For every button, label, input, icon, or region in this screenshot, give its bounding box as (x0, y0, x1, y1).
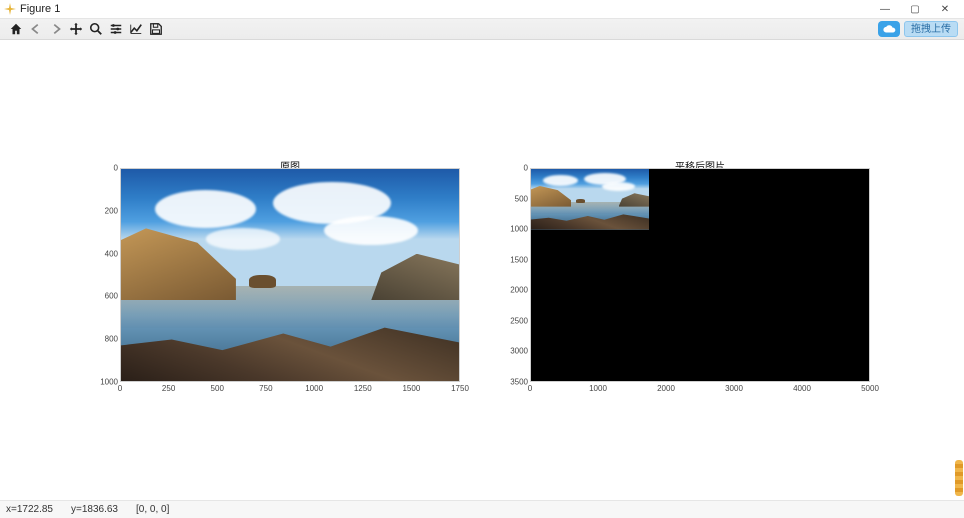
status-x: x=1722.85 (6, 504, 53, 515)
ytick: 0 (508, 164, 528, 173)
forward-icon[interactable] (46, 19, 66, 39)
status-pixel: [0, 0, 0] (136, 504, 169, 515)
xtick: 1250 (354, 384, 372, 393)
save-icon[interactable] (146, 19, 166, 39)
ytick: 500 (508, 194, 528, 203)
ytick: 2000 (508, 286, 528, 295)
window-controls: — ▢ ✕ (870, 0, 960, 18)
ytick: 600 (98, 292, 118, 301)
matplotlib-toolbar: 拖拽上传 (0, 18, 964, 40)
vertical-scrollbar[interactable] (955, 460, 963, 496)
home-icon[interactable] (6, 19, 26, 39)
translated-image-content (531, 169, 649, 230)
y-axis-ticks: 0 500 1000 1500 2000 2500 3000 3500 (508, 168, 528, 382)
xtick: 4000 (793, 384, 811, 393)
close-button[interactable]: ✕ (930, 0, 960, 18)
xtick: 250 (162, 384, 175, 393)
ytick: 1000 (508, 225, 528, 234)
axes-box (120, 168, 460, 382)
xtick: 1000 (305, 384, 323, 393)
minimize-button[interactable]: — (870, 0, 900, 18)
xtick: 3000 (725, 384, 743, 393)
ytick: 1000 (98, 378, 118, 387)
ytick: 200 (98, 206, 118, 215)
ytick: 800 (98, 335, 118, 344)
xtick: 750 (259, 384, 272, 393)
window-title: Figure 1 (20, 3, 60, 15)
xtick: 1500 (402, 384, 420, 393)
x-axis-ticks: 0 1000 2000 3000 4000 5000 (530, 384, 870, 396)
figure-canvas[interactable]: 原图 0 250 500 750 1000 1250 150 (0, 40, 964, 500)
back-icon[interactable] (26, 19, 46, 39)
pan-icon[interactable] (66, 19, 86, 39)
xtick: 2000 (657, 384, 675, 393)
edit-axes-icon[interactable] (126, 19, 146, 39)
status-bar: x=1722.85 y=1836.63 [0, 0, 0] (0, 500, 964, 518)
xtick: 0 (118, 384, 122, 393)
upload-button[interactable]: 拖拽上传 (904, 21, 958, 37)
xtick: 1750 (451, 384, 469, 393)
ytick: 1500 (508, 255, 528, 264)
ytick: 3000 (508, 347, 528, 356)
status-y: y=1836.63 (71, 504, 118, 515)
subplot-original: 原图 0 250 500 750 1000 1250 150 (120, 168, 460, 382)
ytick: 400 (98, 249, 118, 258)
xtick: 5000 (861, 384, 879, 393)
app-icon (4, 3, 16, 15)
y-axis-ticks: 0 200 400 600 800 1000 (98, 168, 118, 382)
subplot-translated: 平移后图片 0 1000 2000 3000 4000 500 (530, 168, 870, 382)
xtick: 500 (211, 384, 224, 393)
cloud-icon[interactable] (878, 21, 900, 37)
xtick: 0 (528, 384, 532, 393)
zoom-icon[interactable] (86, 19, 106, 39)
xtick: 1000 (589, 384, 607, 393)
x-axis-ticks: 0 250 500 750 1000 1250 1500 1750 (120, 384, 460, 396)
ytick: 3500 (508, 378, 528, 387)
configure-icon[interactable] (106, 19, 126, 39)
ytick: 0 (98, 164, 118, 173)
ytick: 2500 (508, 316, 528, 325)
window-titlebar: Figure 1 — ▢ ✕ (0, 0, 964, 18)
original-image (121, 169, 459, 381)
axes-box (530, 168, 870, 382)
maximize-button[interactable]: ▢ (900, 0, 930, 18)
